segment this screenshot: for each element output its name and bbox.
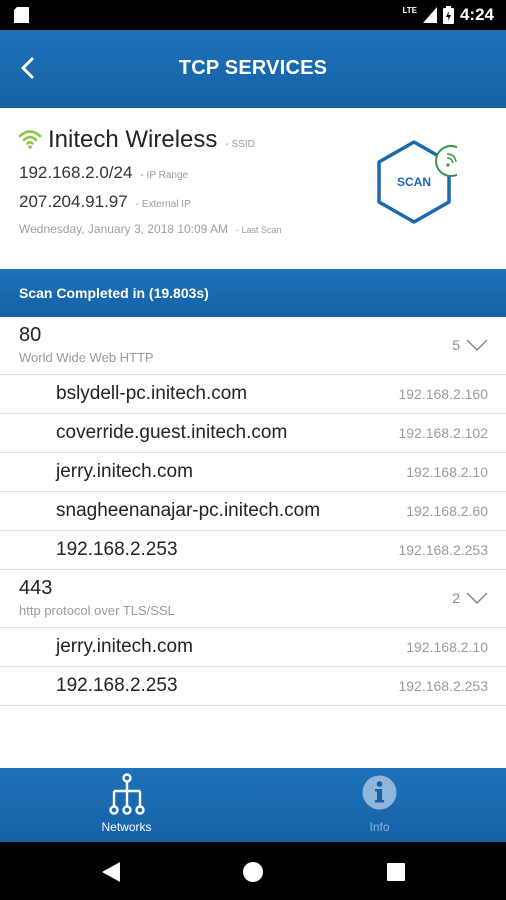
info-icon — [362, 775, 397, 810]
page-title: TCP SERVICES — [178, 57, 328, 79]
host-name: jerry.initech.com — [56, 636, 193, 657]
host-count: 2 — [452, 590, 460, 606]
tab-networks[interactable]: Networks — [0, 768, 253, 842]
scan-status-text: Scan Completed in (19.803s) — [19, 285, 209, 301]
chevron-down-icon[interactable] — [466, 592, 488, 604]
service-row-443[interactable]: 443 http protocol over TLS/SSL 2 — [0, 570, 506, 628]
host-name: 192.168.2.253 — [56, 675, 178, 696]
host-ip: 192.168.2.102 — [398, 425, 488, 441]
host-row[interactable]: coverride.guest.initech.com 192.168.2.10… — [0, 414, 506, 453]
clock: 4:24 — [459, 5, 494, 24]
external-ip-value: 207.204.91.97 — [19, 192, 128, 211]
network-type: LTE — [402, 5, 417, 15]
port-description: http protocol over TLS/SSL — [19, 603, 175, 618]
app-bar: TCP SERVICES — [0, 30, 506, 108]
host-name: 192.168.2.253 — [56, 539, 178, 560]
ip-range: 192.168.2.0/24 - IP Range — [19, 163, 188, 183]
wifi-icon — [18, 130, 42, 149]
scan-status-banner: Scan Completed in (19.803s) — [0, 269, 506, 317]
service-list: 80 World Wide Web HTTP 5 bslydell-pc.ini… — [0, 317, 506, 706]
signal-icon — [422, 7, 437, 23]
host-row[interactable]: bslydell-pc.initech.com 192.168.2.160 — [0, 375, 506, 414]
port-number: 443 — [19, 577, 53, 599]
ssid: Initech Wireless - SSID — [48, 126, 255, 154]
host-row[interactable]: 192.168.2.253 192.168.2.253 — [0, 531, 506, 570]
host-row[interactable]: 192.168.2.253 192.168.2.253 — [0, 667, 506, 706]
tab-info[interactable]: Info — [253, 768, 506, 842]
status-bar: LTE 4:24 — [0, 0, 506, 30]
chevron-down-icon[interactable] — [466, 339, 488, 351]
host-ip: 192.168.2.253 — [398, 678, 488, 694]
host-row[interactable]: snagheenanajar-pc.initech.com 192.168.2.… — [0, 492, 506, 531]
recents-nav-icon[interactable] — [386, 862, 406, 882]
battery-icon — [442, 6, 454, 24]
scan-button[interactable]: SCAN — [375, 138, 467, 228]
tab-info-label: Info — [369, 820, 390, 834]
ip-range-value: 192.168.2.0/24 — [19, 163, 133, 182]
external-ip-tag: - External IP — [135, 199, 191, 210]
tab-networks-label: Networks — [101, 820, 152, 834]
host-name: snagheenanajar-pc.initech.com — [56, 500, 321, 521]
home-nav-icon[interactable] — [242, 861, 264, 883]
bottom-tab-bar: Networks Info — [0, 768, 506, 842]
host-ip: 192.168.2.60 — [406, 503, 488, 519]
host-count: 5 — [452, 337, 460, 353]
ssid-tag: - SSID — [225, 139, 255, 150]
host-row[interactable]: jerry.initech.com 192.168.2.10 — [0, 453, 506, 492]
network-tree-icon — [109, 773, 145, 815]
last-scan-tag: - Last Scan — [236, 225, 282, 235]
host-ip: 192.168.2.160 — [398, 386, 488, 402]
back-nav-icon[interactable] — [101, 861, 121, 883]
host-row[interactable]: jerry.initech.com 192.168.2.10 — [0, 628, 506, 667]
host-ip: 192.168.2.10 — [406, 464, 488, 480]
host-name: bslydell-pc.initech.com — [56, 383, 248, 404]
system-navigation-bar — [0, 842, 506, 900]
last-scan: Wednesday, January 3, 2018 10:09 AM - Las… — [19, 222, 282, 236]
ssid-value: Initech Wireless — [48, 126, 218, 153]
ip-range-tag: - IP Range — [140, 170, 189, 181]
sd-card-icon — [14, 7, 29, 23]
service-row-80[interactable]: 80 World Wide Web HTTP 5 — [0, 317, 506, 375]
host-ip: 192.168.2.10 — [406, 639, 488, 655]
port-number: 80 — [19, 324, 42, 346]
external-ip: 207.204.91.97 - External IP — [19, 192, 191, 212]
port-description: World Wide Web HTTP — [19, 350, 154, 365]
scan-button-label: SCAN — [396, 175, 431, 189]
host-name: jerry.initech.com — [56, 461, 193, 482]
host-ip: 192.168.2.253 — [398, 542, 488, 558]
host-name: coverride.guest.initech.com — [56, 422, 288, 443]
last-scan-value: Wednesday, January 3, 2018 10:09 AM — [19, 222, 229, 236]
